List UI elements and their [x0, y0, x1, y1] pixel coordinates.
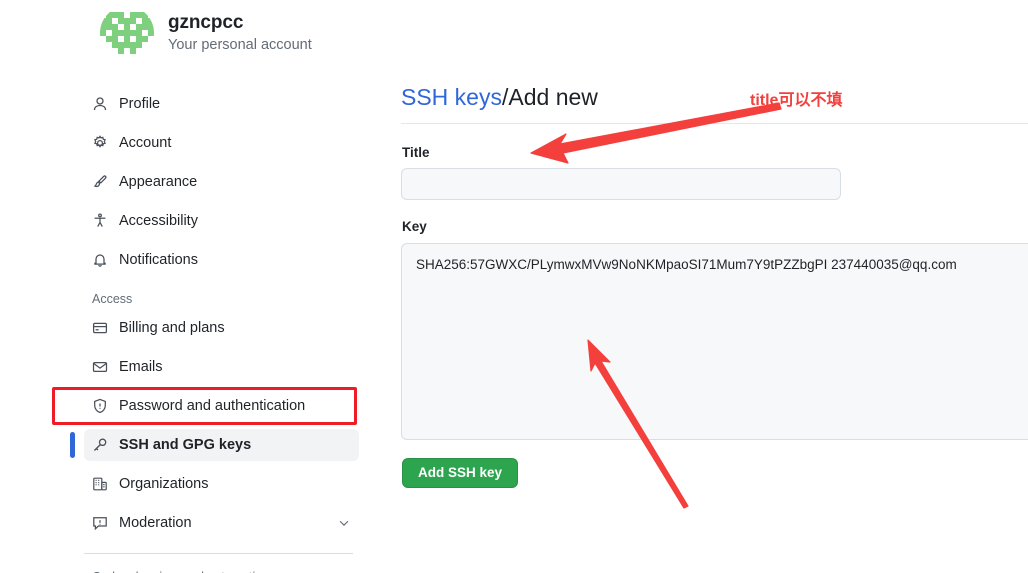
key-textarea[interactable] — [401, 243, 1028, 440]
account-name-block: gzncpcc Your personal account — [168, 12, 312, 54]
sidebar-item-password-and-authentication[interactable]: Password and authentication — [84, 390, 359, 422]
shield-icon — [92, 398, 108, 414]
sidebar-item-emails[interactable]: Emails — [84, 351, 359, 383]
identicon-avatar — [100, 6, 154, 60]
sidebar-item-label: SSH and GPG keys — [119, 437, 252, 453]
gear-icon — [92, 135, 108, 151]
bell-icon — [92, 252, 108, 268]
accessibility-icon — [92, 213, 108, 229]
sidebar-item-label: Moderation — [119, 515, 192, 531]
heading-divider — [401, 123, 1028, 124]
sidebar-item-appearance[interactable]: Appearance — [84, 166, 359, 198]
nav-divider — [84, 553, 353, 554]
sidebar-item-notifications[interactable]: Notifications — [84, 244, 359, 276]
title-input[interactable] — [401, 168, 841, 200]
sidebar-item-label: Billing and plans — [119, 320, 225, 336]
sidebar-item-ssh-and-gpg-keys[interactable]: SSH and GPG keys — [70, 429, 359, 461]
sidebar-item-account[interactable]: Account — [84, 127, 359, 159]
nav-group-access: Access Billing and plans Emails Password… — [70, 292, 359, 539]
title-field-label: Title — [402, 145, 430, 160]
sidebar-item-label: Password and authentication — [119, 398, 306, 414]
main-content: SSH keys/Add new Title Key Add SSH key — [401, 0, 1028, 573]
sidebar-item-label: Organizations — [119, 476, 209, 492]
key-icon — [92, 437, 108, 453]
sidebar-item-profile[interactable]: Profile — [84, 88, 359, 120]
page-root: gzncpcc Your personal account Profile Ac… — [0, 0, 1028, 573]
settings-nav: Profile Account Appearance Accessibility… — [70, 88, 359, 573]
organization-icon — [92, 476, 108, 492]
sidebar-item-label: Account — [119, 135, 172, 151]
account-login: gzncpcc — [168, 11, 244, 33]
sidebar-item-label: Appearance — [119, 174, 198, 190]
chevron-down-icon[interactable] — [337, 516, 351, 530]
paintbrush-icon — [92, 174, 108, 190]
page-title: SSH keys/Add new — [401, 84, 598, 111]
breadcrumb-current: Add new — [508, 84, 598, 110]
sidebar-item-label: Emails — [119, 359, 163, 375]
sidebar-item-label: Accessibility — [119, 213, 198, 229]
settings-sidebar: gzncpcc Your personal account Profile Ac… — [0, 0, 380, 573]
add-ssh-key-button[interactable]: Add SSH key — [402, 458, 519, 488]
breadcrumb-link-ssh-keys[interactable]: SSH keys — [401, 84, 502, 110]
credit-card-icon — [92, 320, 108, 336]
nav-section-title-access: Access — [92, 292, 133, 306]
report-icon — [92, 515, 108, 531]
sidebar-item-moderation[interactable]: Moderation — [84, 507, 359, 539]
nav-group-general: Profile Account Appearance Accessibility… — [84, 88, 359, 276]
sidebar-item-accessibility[interactable]: Accessibility — [84, 205, 359, 237]
person-icon — [92, 96, 108, 112]
sidebar-item-label: Notifications — [119, 252, 198, 268]
account-subtitle: Your personal account — [168, 36, 312, 53]
sidebar-item-billing-and-plans[interactable]: Billing and plans — [84, 312, 359, 344]
annotation-note-title-optional: title可以不填 — [750, 92, 843, 109]
sidebar-item-label: Profile — [119, 96, 161, 112]
mail-icon — [92, 359, 108, 375]
account-header: gzncpcc Your personal account — [100, 6, 312, 60]
sidebar-item-organizations[interactable]: Organizations — [84, 468, 359, 500]
key-field-label: Key — [402, 219, 427, 234]
